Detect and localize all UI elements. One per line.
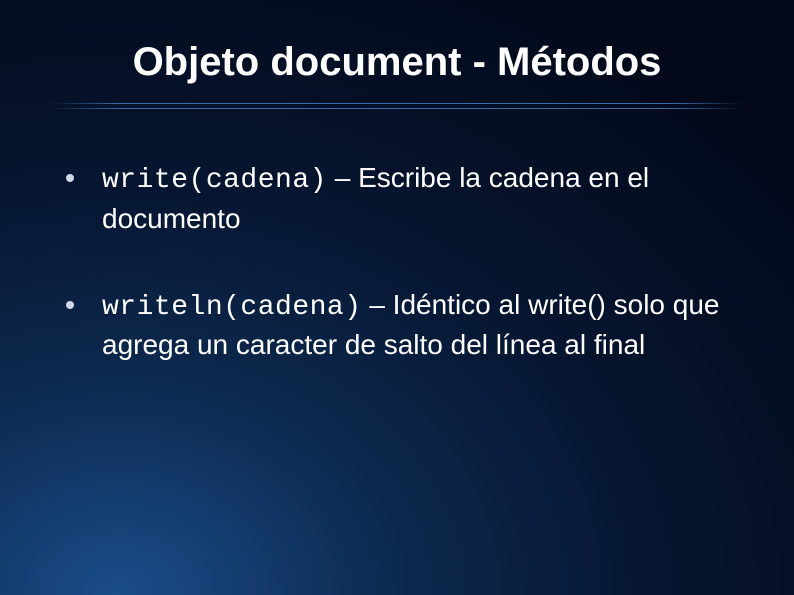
list-item: writeln(cadena) – Idéntico al write() so… [60, 286, 734, 365]
divider-line-2 [50, 108, 744, 109]
list-item: write(cadena) – Escribe la cadena en el … [60, 159, 734, 238]
bullet-icon [66, 301, 74, 309]
code-snippet: write(cadena) [102, 165, 327, 196]
divider-line-1 [50, 103, 744, 104]
slide-title: Objeto document - Métodos [50, 40, 744, 85]
bullet-text: write(cadena) – Escribe la cadena en el … [102, 159, 734, 238]
slide-container: Objeto document - Métodos write(cadena) … [0, 0, 794, 595]
code-snippet: writeln(cadena) [102, 292, 362, 323]
bullet-text: writeln(cadena) – Idéntico al write() so… [102, 286, 734, 365]
slide-content: write(cadena) – Escribe la cadena en el … [50, 159, 744, 364]
bullet-icon [66, 174, 74, 182]
